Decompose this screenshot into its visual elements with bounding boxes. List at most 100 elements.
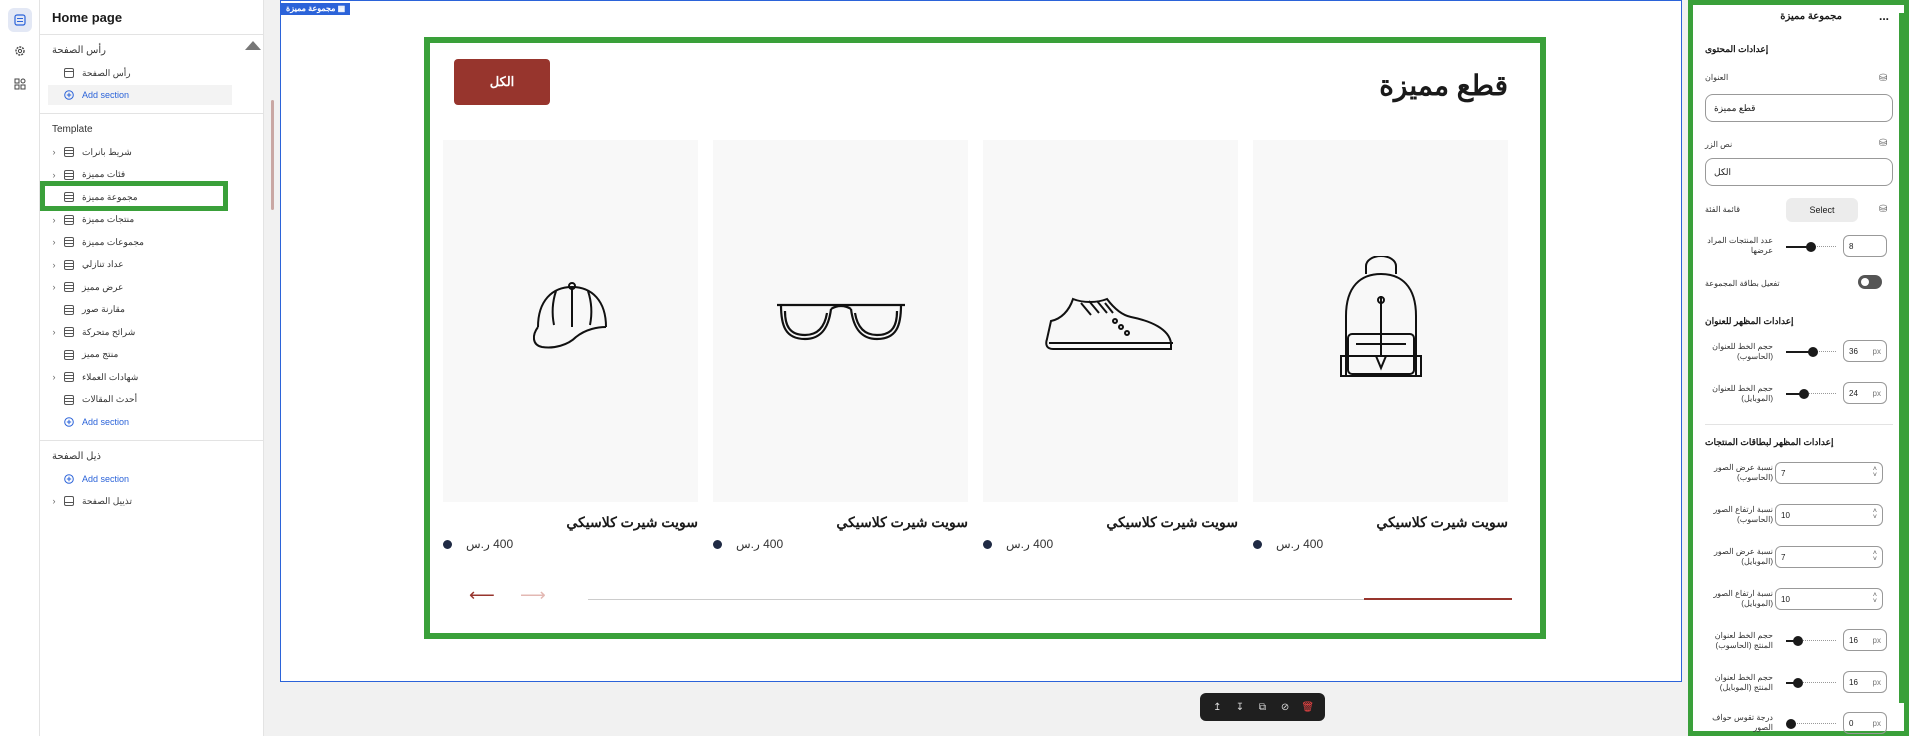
slider-knob[interactable]	[1786, 719, 1796, 729]
color-swatch[interactable]	[983, 539, 992, 549]
img-width-mobile-stepper[interactable]: 7 ˄ ˅	[1775, 546, 1883, 568]
slider-knob[interactable]	[1806, 242, 1816, 252]
name-size-desktop-input[interactable]: 16 px	[1843, 629, 1887, 651]
color-swatch[interactable]	[1253, 539, 1262, 549]
sidebar-item-header[interactable]: رأس الصفحة	[48, 63, 232, 83]
product-card[interactable]: سويت شيرت كلاسيكي 400 ر.س	[713, 140, 968, 551]
sidebar-item-label: مجموعة مميزة	[82, 191, 138, 202]
product-card[interactable]: سويت شيرت كلاسيكي 400 ر.س	[983, 140, 1238, 551]
chevron-right-icon[interactable]: ›	[48, 147, 60, 157]
backpack-icon[interactable]	[1253, 140, 1508, 502]
database-icon[interactable]: ⛁	[1879, 138, 1887, 149]
title-size-mobile-slider[interactable]	[1786, 389, 1836, 399]
chevron-right-icon[interactable]: ›	[48, 215, 60, 225]
slider-knob[interactable]	[1808, 347, 1818, 357]
name-size-mobile-input[interactable]: 16 px	[1843, 671, 1887, 693]
featured-collection-section[interactable]: قطع مميزة الكل ⟵ ⟶ سويت شيرت كلاسيكي 400 …	[424, 37, 1546, 639]
title-appearance-heading: إعدادات المظهر للعنوان	[1705, 316, 1794, 326]
sidebar-item-template[interactable]: › مجموعات مميزة	[48, 232, 232, 252]
sidebar-scrollbar[interactable]	[271, 100, 274, 210]
chevron-right-icon[interactable]: ›	[48, 260, 60, 270]
sidebar-item-template[interactable]: › منتجات مميزة	[48, 210, 232, 230]
collapse-arrow-icon[interactable]	[245, 41, 261, 50]
sidebar-item-footer[interactable]: › تذييل الصفحة	[48, 491, 232, 511]
view-all-button[interactable]: الكل	[454, 59, 550, 105]
hide-icon[interactable]: ⊘	[1278, 702, 1292, 713]
slider-knob[interactable]	[1799, 389, 1810, 399]
sidebar-item-template[interactable]: منتج مميز	[48, 345, 232, 365]
footer-group-label: ذيل الصفحة	[52, 451, 101, 462]
chevron-right-icon[interactable]: ›	[48, 327, 60, 337]
sidebar-item-template[interactable]: مقارنة صور	[48, 300, 232, 320]
section-frame[interactable]: مجموعة مميزة ▦ قطع مميزة الكل ⟵ ⟶ سويت ش…	[280, 0, 1682, 682]
name-size-desktop-slider[interactable]	[1786, 636, 1836, 646]
product-card[interactable]: سويت شيرت كلاسيكي 400 ر.س	[443, 140, 698, 551]
sidebar-item-template[interactable]: مجموعة مميزة	[48, 187, 232, 207]
slider-knob[interactable]	[1793, 636, 1804, 646]
img-height-mobile-stepper[interactable]: 10 ˄ ˅	[1775, 588, 1883, 610]
cap-icon[interactable]	[443, 140, 698, 502]
delete-icon[interactable]: 🗑	[1301, 702, 1315, 713]
sneaker-icon[interactable]	[983, 140, 1238, 502]
gear-icon[interactable]	[8, 39, 32, 63]
sidebar-item-template[interactable]: › شهادات العملاء	[48, 367, 232, 387]
section-icon	[64, 282, 78, 292]
move-down-icon[interactable]: ↧	[1233, 702, 1247, 713]
count-input[interactable]: 8	[1843, 235, 1887, 257]
product-name[interactable]: سويت شيرت كلاسيكي	[443, 514, 698, 531]
title-size-desktop-slider[interactable]	[1786, 347, 1836, 357]
database-icon[interactable]: ⛁	[1879, 204, 1887, 215]
title-size-desktop-input[interactable]: 36 px	[1843, 340, 1887, 362]
sidebar-item-template[interactable]: أحدث المقالات	[48, 390, 232, 410]
add-section-button[interactable]: Add section	[48, 412, 232, 432]
page-title: Home page	[52, 10, 123, 25]
img-width-desktop-stepper[interactable]: 7 ˄ ˅	[1775, 462, 1883, 484]
product-price: 400 ر.س	[713, 537, 968, 551]
add-section-button[interactable]: Add section	[48, 469, 232, 489]
product-name[interactable]: سويت شيرت كلاسيكي	[1253, 514, 1508, 531]
radius-input[interactable]: 0 px	[1843, 712, 1887, 734]
database-icon[interactable]: ⛁	[1879, 73, 1887, 84]
chevron-right-icon[interactable]: ›	[48, 237, 60, 247]
sidebar-item-template[interactable]: › عداد تنازلي	[48, 255, 232, 275]
category-select-button[interactable]: Select	[1786, 198, 1858, 222]
button-text-input[interactable]: الكل	[1705, 158, 1893, 186]
add-section-button[interactable]: Add section	[48, 85, 232, 105]
apps-icon[interactable]	[8, 72, 32, 96]
section-icon	[64, 349, 78, 360]
color-swatch[interactable]	[443, 539, 452, 549]
title-input[interactable]: قطع مميزة	[1705, 94, 1893, 122]
glasses-icon[interactable]	[713, 140, 968, 502]
chevron-right-icon[interactable]: ›	[48, 372, 60, 382]
name-size-mobile-slider[interactable]	[1786, 678, 1836, 688]
section-frame-label[interactable]: مجموعة مميزة ▦	[281, 3, 351, 15]
more-options-button[interactable]: ...	[1879, 9, 1889, 23]
sidebar-item-template[interactable]: › شريط بانرات	[48, 142, 232, 162]
product-price: 400 ر.س	[983, 537, 1238, 551]
chevron-right-icon[interactable]: ›	[48, 496, 60, 506]
sections-icon[interactable]	[8, 8, 32, 32]
collection-card-toggle[interactable]	[1858, 275, 1882, 289]
panel-scrollbar[interactable]	[1899, 13, 1904, 703]
count-slider[interactable]	[1786, 242, 1836, 252]
preview-canvas: مجموعة مميزة ▦ قطع مميزة الكل ⟵ ⟶ سويت ش…	[280, 0, 1682, 736]
img-height-desktop-stepper[interactable]: 10 ˄ ˅	[1775, 504, 1883, 526]
carousel-progress-fill	[1364, 598, 1512, 600]
arrow-left-icon[interactable]: ⟵	[469, 585, 495, 606]
move-up-icon[interactable]: ↥	[1210, 702, 1224, 713]
product-name[interactable]: سويت شيرت كلاسيكي	[713, 514, 968, 531]
chevron-right-icon[interactable]: ›	[48, 170, 60, 180]
product-card[interactable]: سويت شيرت كلاسيكي 400 ر.س	[1253, 140, 1508, 551]
title-size-mobile-input[interactable]: 24 px	[1843, 382, 1887, 404]
arrow-right-icon[interactable]: ⟶	[520, 585, 546, 606]
slider-knob[interactable]	[1793, 678, 1804, 688]
product-name[interactable]: سويت شيرت كلاسيكي	[983, 514, 1238, 531]
sidebar-item-template[interactable]: › شرائح متحركة	[48, 322, 232, 342]
sidebar-item-template[interactable]: › فئات مميزة	[48, 165, 232, 185]
chevron-right-icon[interactable]: ›	[48, 282, 60, 292]
duplicate-icon[interactable]: ⧉	[1255, 702, 1269, 713]
price-text: 400 ر.س	[736, 537, 784, 551]
sidebar-item-template[interactable]: › عرض مميز	[48, 277, 232, 297]
color-swatch[interactable]	[713, 539, 722, 549]
radius-slider[interactable]	[1786, 719, 1836, 729]
